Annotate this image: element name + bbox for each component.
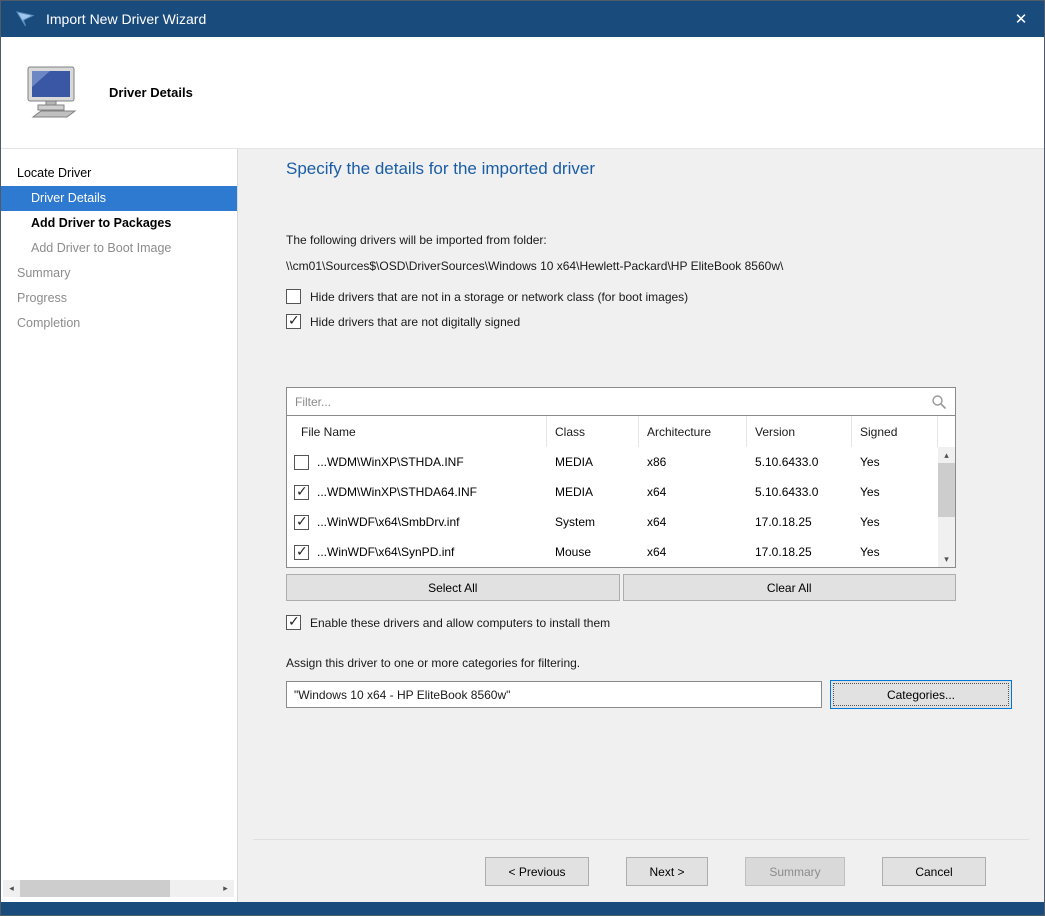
cell-file-name: ...WinWDF\x64\SmbDrv.inf [317,515,459,529]
scroll-up-icon[interactable]: ▴ [938,447,955,463]
main-content: Specify the details for the imported dri… [238,149,1044,902]
scroll-right-icon[interactable]: ▸ [217,880,234,897]
import-folder-path: \\cm01\Sources$\OSD\DriverSources\Window… [286,259,1044,273]
title-bar: Import New Driver Wizard ✕ [1,1,1044,37]
categories-button[interactable]: Categories... [830,680,1012,709]
cell-architecture: x64 [639,515,747,529]
column-header-version[interactable]: Version [747,416,852,447]
scrollbar-thumb[interactable] [938,463,955,517]
cell-class: Mouse [547,545,639,559]
wizard-footer-buttons: < Previous Next > Summary Cancel [485,857,986,886]
cell-class: MEDIA [547,485,639,499]
scroll-down-icon[interactable]: ▾ [938,551,955,567]
page-title: Specify the details for the imported dri… [286,159,1044,179]
column-header-file-name[interactable]: File Name [287,416,547,447]
cell-version: 17.0.18.25 [747,515,852,529]
sidebar-item-driver-details[interactable]: Driver Details [1,186,237,211]
table-row[interactable]: ...WDM\WinXP\STHDA64.INF MEDIA x64 5.10.… [287,477,938,507]
computer-icon [23,65,81,121]
hide-unsigned-checkbox[interactable] [286,314,301,329]
table-row[interactable]: ...WinWDF\x64\SynPD.inf Mouse x64 17.0.1… [287,537,938,567]
cell-architecture: x86 [639,455,747,469]
cell-signed: Yes [852,485,938,499]
cell-signed: Yes [852,455,938,469]
sidebar-item-progress: Progress [1,286,237,311]
driver-list-body: ...WDM\WinXP\STHDA.INF MEDIA x86 5.10.64… [287,447,938,567]
cell-file-name: ...WDM\WinXP\STHDA.INF [317,455,464,469]
category-input[interactable] [286,681,822,708]
row-checkbox[interactable] [294,545,309,560]
wizard-icon [14,8,36,30]
sidebar-horizontal-scrollbar[interactable]: ◂ ▸ [3,880,234,897]
hide-unsigned-label: Hide drivers that are not digitally sign… [310,315,520,329]
sidebar-item-completion: Completion [1,311,237,336]
next-button[interactable]: Next > [626,857,708,886]
hide-storage-network-checkbox[interactable] [286,289,301,304]
column-header-spacer [938,416,955,447]
cell-version: 5.10.6433.0 [747,455,852,469]
enable-drivers-checkbox-row[interactable]: Enable these drivers and allow computers… [286,615,1044,630]
sidebar-item-summary: Summary [1,261,237,286]
page-header-title: Driver Details [109,85,193,100]
scroll-left-icon[interactable]: ◂ [3,880,20,897]
footer-divider [253,839,1029,840]
wizard-nav-sidebar: Locate Driver Driver Details Add Driver … [1,149,238,902]
assign-categories-label: Assign this driver to one or more catego… [286,656,1044,670]
cell-file-name: ...WinWDF\x64\SynPD.inf [317,545,454,559]
cell-class: MEDIA [547,455,639,469]
scrollbar-track[interactable] [938,463,955,551]
table-vertical-scrollbar[interactable]: ▴ ▾ [938,447,955,567]
scrollbar-thumb[interactable] [20,880,170,897]
cancel-button[interactable]: Cancel [882,857,986,886]
enable-drivers-label: Enable these drivers and allow computers… [310,616,610,630]
column-header-signed[interactable]: Signed [852,416,938,447]
scrollbar-track[interactable] [170,880,217,897]
driver-list-header: File Name Class Architecture Version Sig… [287,416,955,447]
summary-button: Summary [745,857,845,886]
sidebar-item-add-driver-to-packages[interactable]: Add Driver to Packages [1,211,237,236]
import-folder-label: The following drivers will be imported f… [286,233,1044,247]
enable-drivers-checkbox[interactable] [286,615,301,630]
clear-all-button[interactable]: Clear All [623,574,957,601]
hide-unsigned-checkbox-row[interactable]: Hide drivers that are not digitally sign… [286,314,1044,329]
table-row[interactable]: ...WDM\WinXP\STHDA.INF MEDIA x86 5.10.64… [287,447,938,477]
select-all-button[interactable]: Select All [286,574,620,601]
sidebar-item-locate-driver[interactable]: Locate Driver [1,161,237,186]
row-checkbox[interactable] [294,485,309,500]
cell-architecture: x64 [639,545,747,559]
window-title: Import New Driver Wizard [46,11,206,27]
table-row[interactable]: ...WinWDF\x64\SmbDrv.inf System x64 17.0… [287,507,938,537]
driver-list: File Name Class Architecture Version Sig… [286,416,956,568]
cell-file-name: ...WDM\WinXP\STHDA64.INF [317,485,477,499]
close-icon[interactable]: ✕ [998,1,1044,37]
sidebar-item-add-driver-to-boot-image: Add Driver to Boot Image [1,236,237,261]
cell-class: System [547,515,639,529]
row-checkbox[interactable] [294,455,309,470]
column-header-architecture[interactable]: Architecture [639,416,747,447]
filter-box [286,387,956,416]
cell-architecture: x64 [639,485,747,499]
previous-button[interactable]: < Previous [485,857,589,886]
cell-signed: Yes [852,515,938,529]
cell-version: 5.10.6433.0 [747,485,852,499]
row-checkbox[interactable] [294,515,309,530]
bottom-accent-strip [1,902,1044,915]
column-header-class[interactable]: Class [547,416,639,447]
search-icon [931,394,947,410]
cell-version: 17.0.18.25 [747,545,852,559]
hide-storage-network-label: Hide drivers that are not in a storage o… [310,290,688,304]
import-new-driver-wizard-window: Import New Driver Wizard ✕ Driver Detail… [0,0,1045,916]
hide-storage-network-checkbox-row[interactable]: Hide drivers that are not in a storage o… [286,289,1044,304]
filter-input[interactable] [295,395,931,409]
cell-signed: Yes [852,545,938,559]
wizard-header: Driver Details [1,37,1044,149]
